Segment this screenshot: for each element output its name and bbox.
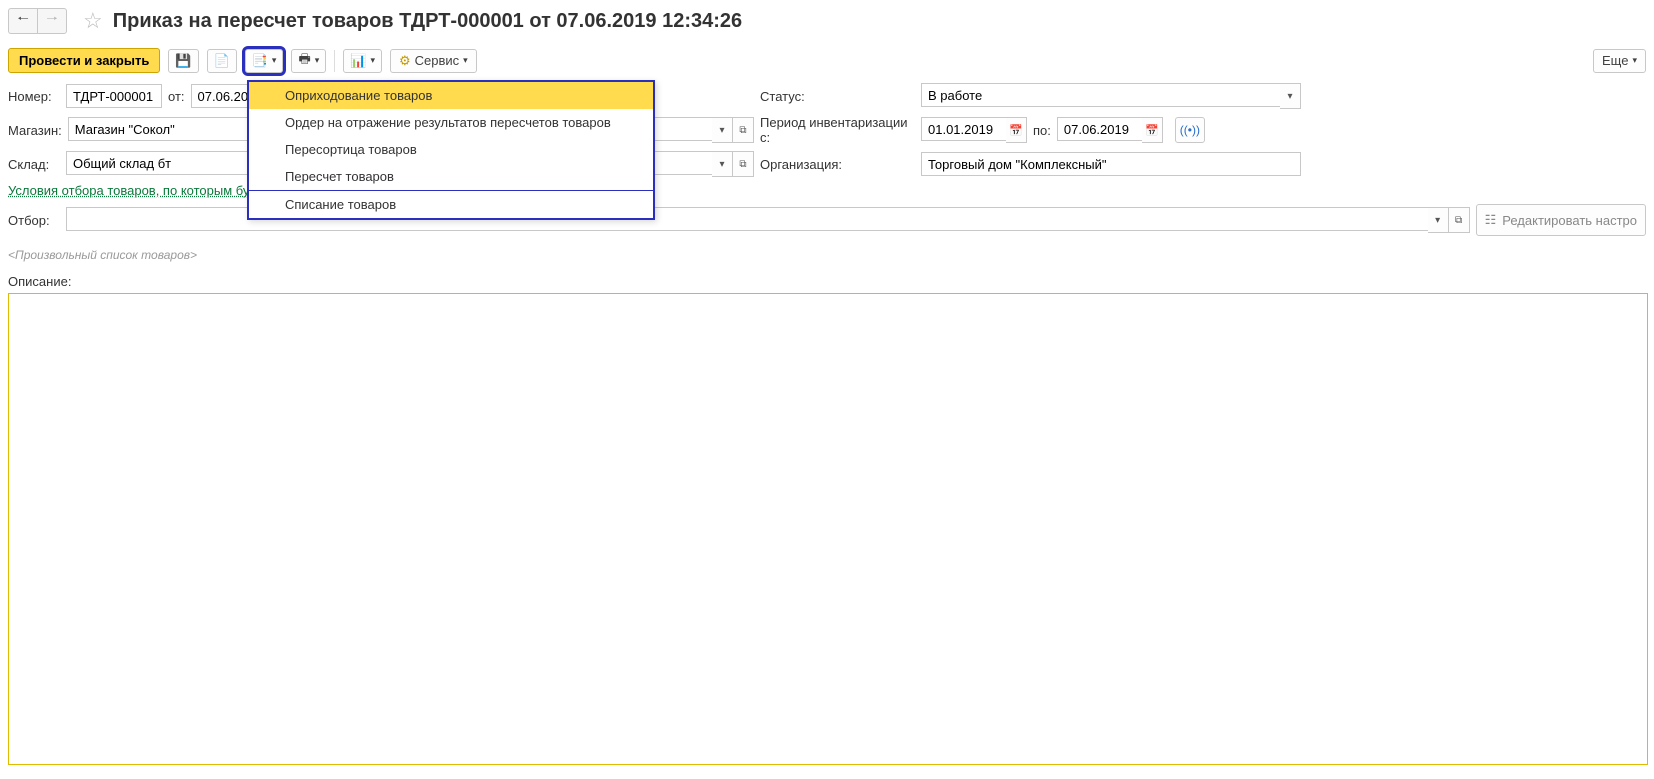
org-label: Организация: xyxy=(760,157,915,172)
status-input[interactable] xyxy=(921,83,1280,107)
save-button[interactable]: 💾 xyxy=(168,49,198,73)
create-based-icon: 📑 xyxy=(252,53,268,69)
calendar-icon[interactable]: 📅 xyxy=(1006,117,1027,143)
filter-label: Отбор: xyxy=(8,213,60,228)
document-check-icon: 📄 xyxy=(214,53,230,69)
caret-down-icon: ▾ xyxy=(1632,55,1637,66)
menu-item-pereschet[interactable]: Пересчет товаров xyxy=(249,163,653,190)
menu-item-spisanie[interactable]: Списание товаров xyxy=(249,191,653,218)
print-button[interactable]: 🖶▾ xyxy=(291,49,326,73)
from-label: от: xyxy=(168,89,185,104)
chart-icon: 📊 xyxy=(350,53,366,69)
period-to-label: по: xyxy=(1033,123,1051,138)
store-dropdown-button[interactable]: ▾ xyxy=(712,117,733,143)
report-button[interactable]: 📊▾ xyxy=(343,49,382,73)
number-input[interactable] xyxy=(66,84,162,108)
filter-open-button[interactable]: ⧉ xyxy=(1449,207,1470,233)
post-button[interactable]: 📄 xyxy=(207,49,237,73)
printer-icon: 🖶 xyxy=(298,50,310,72)
menu-item-oprihodovanie[interactable]: Оприходование товаров xyxy=(249,82,653,109)
org-input[interactable] xyxy=(921,152,1301,176)
filter-dropdown-button[interactable]: ▾ xyxy=(1428,207,1449,233)
service-button[interactable]: ⚙Сервис▾ xyxy=(390,49,477,73)
menu-item-peresortica[interactable]: Пересортица товаров xyxy=(249,136,653,163)
gear-icon: ⚙ xyxy=(399,53,411,69)
warehouse-open-button[interactable]: ⧉ xyxy=(733,151,754,177)
empty-hint: <Произвольный список товаров> xyxy=(8,244,1646,274)
warehouse-dropdown-button[interactable]: ▾ xyxy=(712,151,733,177)
star-icon[interactable]: ☆ xyxy=(83,8,103,34)
caret-down-icon: ▾ xyxy=(370,55,375,66)
caret-down-icon: ▾ xyxy=(463,55,468,66)
forward-button[interactable]: 🠒 xyxy=(37,8,67,34)
description-label: Описание: xyxy=(8,274,1646,293)
settings-icon: ☷ xyxy=(1485,212,1497,228)
page-title: Приказ на пересчет товаров ТДРТ-000001 о… xyxy=(113,10,742,33)
caret-down-icon: ▾ xyxy=(272,55,277,66)
more-button[interactable]: Еще▾ xyxy=(1593,49,1646,73)
separator xyxy=(334,50,335,72)
store-label: Магазин: xyxy=(8,123,62,138)
floppy-icon: 💾 xyxy=(175,53,191,69)
number-label: Номер: xyxy=(8,89,60,104)
back-button[interactable]: 🠐 xyxy=(8,8,37,34)
create-based-on-button[interactable]: 📑▾ xyxy=(245,49,284,73)
period-to-input[interactable] xyxy=(1057,117,1142,141)
create-based-on-menu: Оприходование товаров Ордер на отражение… xyxy=(247,80,655,220)
warehouse-label: Склад: xyxy=(8,157,60,172)
caret-down-icon: ▾ xyxy=(315,55,320,66)
post-and-close-button[interactable]: Провести и закрыть xyxy=(8,48,160,73)
menu-item-order[interactable]: Ордер на отражение результатов пересчето… xyxy=(249,109,653,136)
wifi-icon-button[interactable]: ((•)) xyxy=(1175,117,1205,143)
calendar-icon[interactable]: 📅 xyxy=(1142,117,1163,143)
status-label: Статус: xyxy=(760,89,915,104)
store-open-button[interactable]: ⧉ xyxy=(733,117,754,143)
period-label: Период инвентаризации с: xyxy=(760,115,915,145)
period-from-input[interactable] xyxy=(921,117,1006,141)
status-dropdown-button[interactable]: ▾ xyxy=(1280,83,1301,109)
edit-filter-button[interactable]: ☷ Редактировать настро xyxy=(1476,204,1646,236)
description-textarea[interactable] xyxy=(8,293,1648,765)
